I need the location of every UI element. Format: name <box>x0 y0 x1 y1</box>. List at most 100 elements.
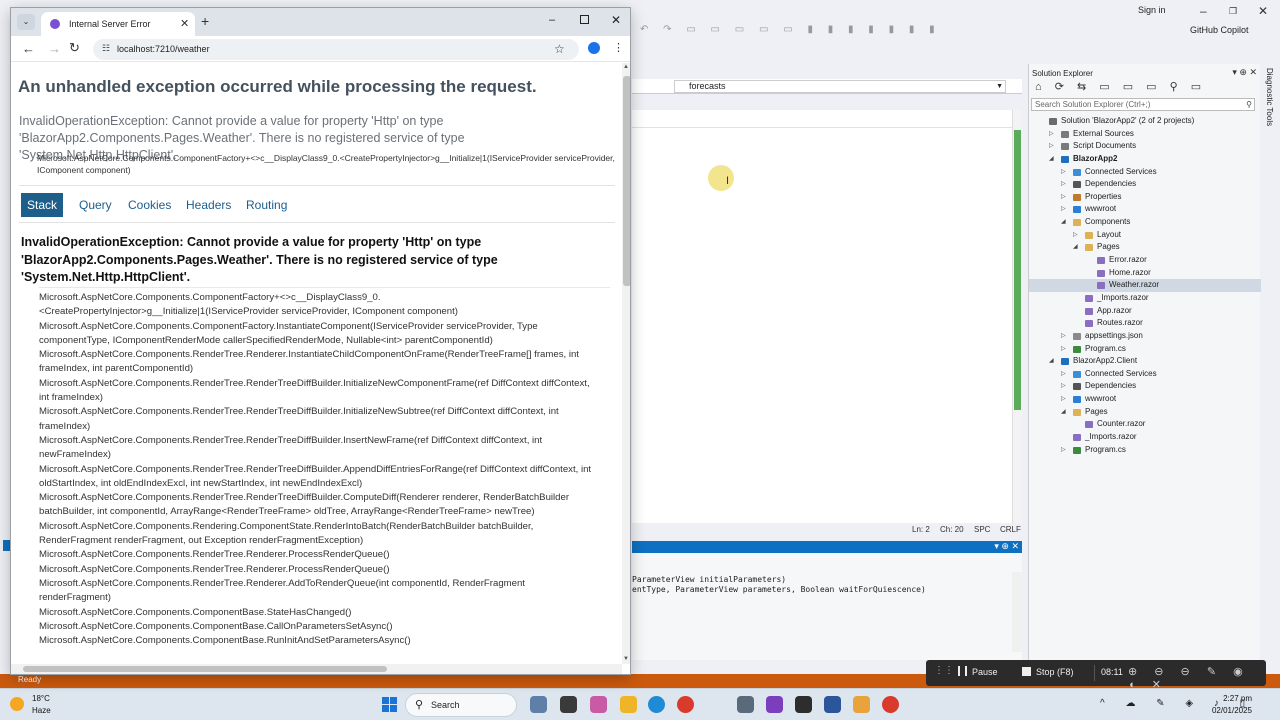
chrome-icon[interactable] <box>882 696 899 713</box>
stack-frame[interactable]: Microsoft.AspNetCore.Components.RenderTr… <box>39 348 622 377</box>
tree-item[interactable]: ▷ wwwroot <box>1029 203 1261 216</box>
edge-icon[interactable] <box>648 696 665 713</box>
pause-icon[interactable] <box>958 666 967 676</box>
browser-menu-icon[interactable]: ⋮ <box>613 41 624 54</box>
vs-minimize-button[interactable]: – <box>1200 4 1207 18</box>
member-dropdown[interactable]: forecasts ▼ <box>674 80 1006 93</box>
stop-button[interactable]: Stop (F8) <box>1036 667 1074 677</box>
page-horizontal-scrollbar[interactable] <box>11 664 622 674</box>
file-explorer-icon[interactable] <box>620 696 637 713</box>
page-vertical-scrollbar[interactable]: ▲ ▼ <box>622 63 630 664</box>
vs-restore-button[interactable]: ❐ <box>1229 6 1237 17</box>
tab-routing[interactable]: Routing <box>240 193 293 217</box>
expand-chevron-icon[interactable]: ▷ <box>1061 444 1069 457</box>
tree-item[interactable]: ▷ Dependencies <box>1029 380 1261 393</box>
expand-chevron-icon[interactable]: ▷ <box>1049 128 1057 141</box>
tree-item[interactable]: _Imports.razor <box>1029 292 1261 305</box>
stack-frame[interactable]: Microsoft.AspNetCore.Components.Renderin… <box>39 520 622 549</box>
stack-exception-title[interactable]: InvalidOperationException: Cannot provid… <box>21 234 611 287</box>
stack-frame[interactable]: Microsoft.AspNetCore.Components.RenderTr… <box>39 377 622 406</box>
browser-tab[interactable]: Internal Server Error ✕ <box>41 12 195 36</box>
tree-item[interactable]: ◢ Pages <box>1029 241 1261 254</box>
bookmark-star-icon[interactable]: ☆ <box>554 42 565 56</box>
expand-chevron-icon[interactable]: ◢ <box>1073 241 1081 254</box>
tree-item[interactable]: ▷ Connected Services <box>1029 166 1261 179</box>
address-bar[interactable]: ☷ localhost:7210/weather ☆ <box>93 39 579 60</box>
tree-item[interactable]: _Imports.razor <box>1029 431 1261 444</box>
stack-frame[interactable]: Microsoft.AspNetCore.Components.Componen… <box>39 291 622 320</box>
expand-chevron-icon[interactable]: ▷ <box>1061 178 1069 191</box>
tree-item[interactable]: ▷ Layout <box>1029 229 1261 242</box>
back-arrow-icon[interactable]: ← <box>22 41 35 56</box>
solution-explorer-toolbar[interactable]: ⌂ ⟳ ⇆ ▭ ▭ ▭ ⚲ ▭ <box>1029 80 1261 98</box>
tree-item[interactable]: ◢ BlazorApp2 <box>1029 153 1261 166</box>
stack-frame[interactable]: Microsoft.AspNetCore.Components.RenderTr… <box>39 491 622 520</box>
solution-explorer-window-icons[interactable]: ▾ ⊕ ✕ <box>1232 67 1257 78</box>
stack-frame[interactable]: Microsoft.AspNetCore.Components.Componen… <box>39 606 622 620</box>
maximize-button[interactable] <box>580 15 589 24</box>
stack-frame[interactable]: Microsoft.AspNetCore.Components.RenderTr… <box>39 563 622 577</box>
stack-frame[interactable]: Microsoft.AspNetCore.Components.RenderTr… <box>39 463 622 492</box>
tree-item[interactable]: Home.razor <box>1029 267 1261 280</box>
whitespace-indicator[interactable]: SPC <box>974 525 990 534</box>
stack-frame[interactable]: Microsoft.AspNetCore.Components.RenderTr… <box>39 434 622 463</box>
tree-item[interactable]: ▷ Script Documents <box>1029 140 1261 153</box>
tree-item[interactable]: ▷ External Sources <box>1029 128 1261 141</box>
tab-query[interactable]: Query <box>73 193 118 217</box>
tree-item[interactable]: ▷ wwwroot <box>1029 393 1261 406</box>
profile-avatar-icon[interactable] <box>588 42 600 54</box>
expand-chevron-icon[interactable]: ◢ <box>1049 355 1057 368</box>
clock-time[interactable]: 2:27 pm <box>1210 694 1252 703</box>
clock-date[interactable]: 02/01/2025 <box>1203 706 1252 715</box>
word-icon[interactable] <box>824 696 841 713</box>
tree-item[interactable]: Counter.razor <box>1029 418 1261 431</box>
output-scrollbar[interactable] <box>1012 572 1022 652</box>
stack-frame[interactable]: Microsoft.AspNetCore.Components.Componen… <box>39 620 622 634</box>
line-indicator[interactable]: Ln: 2 <box>912 525 930 534</box>
copilot-icon[interactable] <box>590 696 607 713</box>
expand-chevron-icon[interactable]: ▷ <box>1061 343 1069 356</box>
expand-chevron-icon[interactable]: ▷ <box>1061 191 1069 204</box>
expand-chevron-icon[interactable]: ▷ <box>1061 330 1069 343</box>
tree-item[interactable]: ◢ Pages <box>1029 406 1261 419</box>
tree-item[interactable]: Routes.razor <box>1029 317 1261 330</box>
task-view-icon[interactable] <box>530 696 547 713</box>
taskbar-search[interactable]: ⚲ Search <box>405 693 517 717</box>
notepad-icon[interactable] <box>737 696 754 713</box>
windows-start-button[interactable] <box>382 697 398 713</box>
stack-frame[interactable]: Microsoft.AspNetCore.Components.RenderTr… <box>39 577 622 606</box>
panel-header-icons[interactable]: ▾ ⊕ ✕ <box>994 541 1019 552</box>
widgets-icon[interactable] <box>560 696 577 713</box>
expand-chevron-icon[interactable]: ▷ <box>1061 380 1069 393</box>
tree-item[interactable]: ◢ BlazorApp2.Client <box>1029 355 1261 368</box>
scroll-down-arrow-icon[interactable]: ▼ <box>623 656 629 662</box>
tree-item[interactable]: Weather.razor <box>1029 279 1261 292</box>
stack-frame[interactable]: Microsoft.AspNetCore.Components.Componen… <box>39 634 622 648</box>
sign-in-link[interactable]: Sign in <box>1138 5 1166 15</box>
stop-icon[interactable] <box>1022 667 1031 676</box>
tab-cookies[interactable]: Cookies <box>122 193 177 217</box>
tab-close-icon[interactable]: ✕ <box>180 17 189 30</box>
tree-item[interactable]: ◢ Components <box>1029 216 1261 229</box>
scrollbar-thumb[interactable] <box>623 76 630 286</box>
site-info-icon[interactable]: ☷ <box>102 43 110 54</box>
scroll-up-arrow-icon[interactable]: ▲ <box>623 64 629 70</box>
editor-scrollbar-thumb[interactable] <box>1014 130 1021 410</box>
terminal-icon[interactable] <box>795 696 812 713</box>
column-indicator[interactable]: Ch: 20 <box>940 525 964 534</box>
tab-stack[interactable]: Stack <box>21 193 64 217</box>
editor-scrollbar[interactable] <box>1012 110 1022 523</box>
expand-chevron-icon[interactable]: ▷ <box>1061 368 1069 381</box>
pause-button[interactable]: Pause <box>972 667 998 677</box>
line-ending-indicator[interactable]: CRLF <box>1000 525 1021 534</box>
solution-explorer-search[interactable]: Search Solution Explorer (Ctrl+;) ⚲ <box>1031 98 1255 111</box>
tab-headers[interactable]: Headers <box>180 193 237 217</box>
expand-chevron-icon[interactable]: ▷ <box>1061 393 1069 406</box>
expand-chevron-icon[interactable]: ▷ <box>1073 229 1081 242</box>
visual-studio-icon[interactable] <box>766 696 783 713</box>
github-copilot-button[interactable]: GitHub Copilot <box>1190 25 1249 35</box>
weather-sun-icon[interactable] <box>10 697 24 711</box>
app-icon[interactable] <box>853 696 870 713</box>
tree-item[interactable]: App.razor <box>1029 305 1261 318</box>
tree-item[interactable]: Error.razor <box>1029 254 1261 267</box>
